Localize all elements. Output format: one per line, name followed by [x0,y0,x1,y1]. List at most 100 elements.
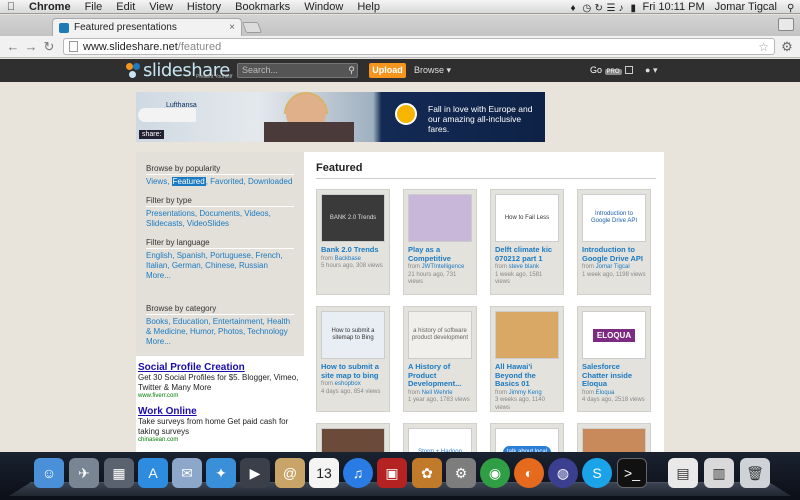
menubar-user[interactable]: Jomar Tigcal [710,0,782,14]
link-french[interactable]: French [255,251,280,260]
presentation-thumbnail[interactable] [495,311,559,359]
presentation-thumbnail[interactable]: BANK 2.0 Trends [321,194,385,242]
ical-icon[interactable]: 13 [309,458,339,488]
time-machine-icon[interactable]: ◷ [577,2,591,14]
link-technology[interactable]: Technology [247,327,287,336]
menubar-clock[interactable]: Fri 10:11 PM [637,0,709,14]
link-views[interactable]: Views [146,177,167,186]
mission-control-icon[interactable]: ▦ [104,458,134,488]
presentation-author[interactable]: Backbase [335,256,361,262]
upload-button[interactable]: Upload [369,63,406,78]
user-menu[interactable]: ● ▾ [645,63,657,78]
link-documents[interactable]: Documents [199,209,239,218]
ad-item[interactable]: Work Online Take surveys from home Get p… [138,406,302,443]
presentation-title[interactable]: Bank 2.0 Trends [321,245,385,255]
presentation-author[interactable]: JWTIntelligence [422,264,465,270]
link-english[interactable]: English [146,251,172,260]
presentation-thumbnail[interactable]: How to Fail Less [495,194,559,242]
presentation-thumbnail[interactable] [408,194,472,242]
presentation-title[interactable]: Salesforce Chatter inside Eloqua [582,362,646,389]
document-stack-icon[interactable]: ▤ [668,458,698,488]
link-videoslides[interactable]: VideoSlides [187,219,229,228]
address-bar[interactable]: www.slideshare.net /featured ☆ [63,38,775,55]
link-humor[interactable]: Humor [190,327,214,336]
safari-icon[interactable]: ✦ [206,458,236,488]
tab-featured-presentations[interactable]: Featured presentations × [52,18,242,36]
reload-icon[interactable]: ↻ [41,39,57,55]
link-books[interactable]: Books [146,317,168,326]
presentation-author[interactable]: Jimmy Keng [509,390,542,396]
menu-file[interactable]: File [78,0,110,14]
address-book-icon[interactable]: @ [275,458,305,488]
slideshare-logo[interactable]: slideshare Present Yourself [126,59,232,82]
presentation-author[interactable]: Eloqua [596,390,615,396]
link-entertainment[interactable]: Entertainment [213,317,263,326]
back-arrow-icon[interactable]: ← [5,39,21,55]
lufthansa-ad-banner[interactable]: Lufthansa share: Fall in love with Europ… [136,92,545,142]
presentation-author[interactable]: Jomar Tigcal [596,264,630,270]
link-photos[interactable]: Photos [218,327,243,336]
volume-icon[interactable]: ♪ [613,2,625,14]
browse-menu[interactable]: Browse ▾ [414,63,451,78]
menu-view[interactable]: View [142,0,180,14]
presentation-title[interactable]: Introduction to Google Drive API [582,245,646,263]
chrome-icon[interactable]: ◉ [480,458,510,488]
link-education[interactable]: Education [173,317,209,326]
eclipse-icon[interactable]: ◍ [548,458,578,488]
language-more-link[interactable]: More... [146,271,171,280]
link-favorited[interactable]: Favorited [210,177,243,186]
presentation-author[interactable]: Neil Wehrle [422,390,453,396]
app-store-icon[interactable]: A [138,458,168,488]
link-slidecasts[interactable]: Slidecasts [146,219,182,228]
link-downloaded[interactable]: Downloaded [248,177,292,186]
spotlight-icon[interactable]: ⚲ [782,2,794,14]
presentation-card[interactable]: Play as a Competitive from JWTIntelligenc… [403,189,477,295]
link-featured[interactable]: Featured [171,177,206,186]
search-icon[interactable]: ⚲ [346,64,357,76]
presentation-thumbnail[interactable]: ELOQUA [582,311,646,359]
link-presentations[interactable]: Presentations [146,209,195,218]
banner-share-label[interactable]: share: [139,130,165,139]
presentation-thumbnail[interactable]: Introduction to Google Drive API [582,194,646,242]
link-spanish[interactable]: Spanish [177,251,206,260]
presentation-title[interactable]: Delft climate kic 070212 part 1 [495,245,559,263]
presentation-title[interactable]: Play as a Competitive [408,245,472,263]
site-search-input[interactable]: Search... [237,63,358,78]
skype-icon[interactable]: S [582,458,612,488]
apps-grid-icon[interactable] [625,66,633,74]
presentation-author[interactable]: steve blank [509,264,539,270]
bluetooth-icon[interactable]: ♦ [565,2,577,14]
terminal-icon[interactable]: >_ [617,458,647,488]
menu-help[interactable]: Help [350,0,387,14]
presentation-title[interactable]: A History of Product Development... [408,362,472,389]
presentation-thumbnail[interactable]: a history of software product developmen… [408,311,472,359]
presentation-card[interactable]: How to Fail Less Delft climate kic 070212… [490,189,564,295]
downloads-stack-icon[interactable]: ▥ [704,458,734,488]
sync-icon[interactable]: ↻ [589,2,602,14]
battery-icon[interactable]: ▮ [625,2,637,14]
presentation-card[interactable]: ELOQUA Salesforce Chatter inside Eloqua fr… [577,306,651,412]
ad-item[interactable]: Social Profile Creation Get 30 Social Pr… [138,362,302,399]
trash-icon[interactable]: 🗑 [740,458,770,488]
bookmark-star-icon[interactable]: ☆ [758,40,769,54]
presentation-card[interactable]: How to submit a sitemap to Bing How to su… [316,306,390,412]
facetime-icon[interactable]: ▶ [240,458,270,488]
new-tab-button[interactable] [241,22,263,33]
presentation-card[interactable]: a history of software product developmen… [403,306,477,412]
apple-menu-icon[interactable]:  [0,1,22,13]
itunes-icon[interactable]: ♫ [343,458,373,488]
category-more-link[interactable]: More... [146,337,171,346]
wifi-icon[interactable]: ☰ [601,2,615,14]
presentation-thumbnail[interactable]: How to submit a sitemap to Bing [321,311,385,359]
launchpad-icon[interactable]: ✈ [69,458,99,488]
firefox-icon[interactable]: ◐ [514,458,544,488]
wrench-menu-icon[interactable]: ⚙ [779,39,795,55]
forward-arrow-icon[interactable]: → [23,39,39,55]
window-resize-icon[interactable] [778,18,794,31]
menu-window[interactable]: Window [297,0,350,14]
link-portuguese[interactable]: Portuguese [210,251,251,260]
menu-edit[interactable]: Edit [109,0,142,14]
presentation-author[interactable]: eshopbox [335,381,361,387]
finder-icon[interactable]: ☺ [34,458,64,488]
iphoto-icon[interactable]: ✿ [412,458,442,488]
